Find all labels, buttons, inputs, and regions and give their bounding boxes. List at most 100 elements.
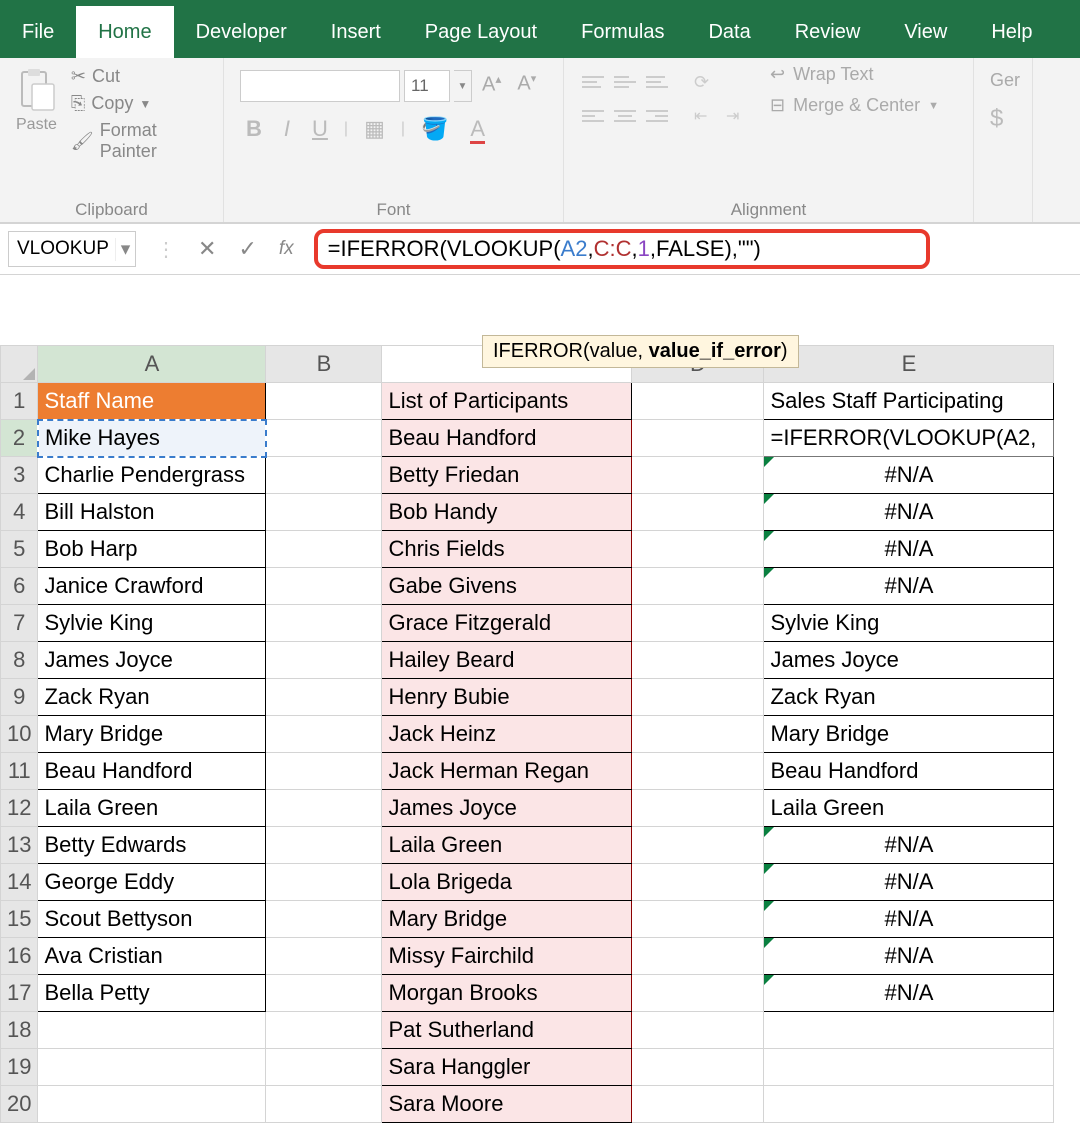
formula-input[interactable]: =IFERROR(VLOOKUP(A2,C:C,1,FALSE),"") — [314, 229, 930, 269]
cell[interactable]: Betty Edwards — [38, 827, 266, 864]
cell[interactable]: Bob Handy — [382, 494, 632, 531]
tab-insert[interactable]: Insert — [309, 6, 403, 58]
fill-color-button[interactable]: 🪣 — [415, 114, 454, 144]
cell[interactable] — [632, 531, 764, 568]
cell[interactable]: Pat Sutherland — [382, 1012, 632, 1049]
row-header[interactable]: 10 — [1, 716, 38, 753]
cell[interactable] — [632, 1012, 764, 1049]
cell[interactable]: #N/A — [764, 938, 1054, 975]
cell[interactable] — [266, 790, 382, 827]
italic-button[interactable]: I — [278, 114, 296, 144]
cell[interactable]: James Joyce — [382, 790, 632, 827]
cell[interactable]: #N/A — [764, 864, 1054, 901]
cell[interactable] — [632, 790, 764, 827]
align-top-button[interactable] — [580, 70, 606, 94]
cell[interactable] — [38, 1049, 266, 1086]
row-header[interactable]: 5 — [1, 531, 38, 568]
increase-indent-button[interactable]: ⇥ — [724, 104, 750, 128]
cell[interactable] — [632, 1049, 764, 1086]
cell[interactable] — [632, 975, 764, 1012]
cell[interactable]: Laila Green — [382, 827, 632, 864]
row-header[interactable]: 17 — [1, 975, 38, 1012]
cell[interactable]: Charlie Pendergrass — [38, 457, 266, 494]
cell[interactable]: Betty Friedan — [382, 457, 632, 494]
cell[interactable]: Beau Handford — [38, 753, 266, 790]
col-header-e[interactable]: E — [764, 346, 1054, 383]
tab-page-layout[interactable]: Page Layout — [403, 6, 559, 58]
row-header[interactable]: 20 — [1, 1086, 38, 1123]
cell[interactable] — [632, 716, 764, 753]
cell[interactable]: Bill Halston — [38, 494, 266, 531]
cell[interactable] — [266, 716, 382, 753]
font-size-select[interactable]: 11 — [404, 70, 450, 102]
tab-review[interactable]: Review — [773, 6, 883, 58]
cell[interactable] — [764, 1086, 1054, 1123]
cell[interactable] — [266, 901, 382, 938]
name-box[interactable]: VLOOKUP ▾ — [8, 231, 136, 267]
underline-button[interactable]: U — [306, 114, 334, 144]
cell[interactable] — [266, 605, 382, 642]
cell[interactable] — [266, 864, 382, 901]
cell-b1[interactable] — [266, 383, 382, 420]
cell[interactable]: James Joyce — [764, 642, 1054, 679]
font-color-button[interactable]: A — [464, 114, 491, 144]
cell[interactable]: Sara Moore — [382, 1086, 632, 1123]
row-header[interactable]: 9 — [1, 679, 38, 716]
cell[interactable]: Mary Bridge — [764, 716, 1054, 753]
cell[interactable]: Beau Handford — [382, 420, 632, 457]
cell[interactable]: Grace Fitzgerald — [382, 605, 632, 642]
cell[interactable] — [632, 605, 764, 642]
cell[interactable]: Mary Bridge — [38, 716, 266, 753]
cell[interactable] — [266, 642, 382, 679]
row-header[interactable]: 18 — [1, 1012, 38, 1049]
tab-home[interactable]: Home — [76, 6, 173, 58]
cell-a1[interactable]: Staff Name — [38, 383, 266, 420]
cell[interactable]: Bob Harp — [38, 531, 266, 568]
row-header[interactable]: 13 — [1, 827, 38, 864]
cell[interactable]: #N/A — [764, 494, 1054, 531]
format-painter-button[interactable]: 🖌Format Painter — [71, 120, 215, 162]
cell[interactable] — [266, 531, 382, 568]
row-header[interactable]: 16 — [1, 938, 38, 975]
cell[interactable] — [632, 938, 764, 975]
cell[interactable]: George Eddy — [38, 864, 266, 901]
cell[interactable]: Morgan Brooks — [382, 975, 632, 1012]
cell[interactable]: Hailey Beard — [382, 642, 632, 679]
cell[interactable]: Zack Ryan — [764, 679, 1054, 716]
cell[interactable] — [632, 679, 764, 716]
bold-button[interactable]: B — [240, 114, 268, 144]
cell[interactable] — [266, 494, 382, 531]
cell[interactable] — [266, 568, 382, 605]
row-header[interactable]: 15 — [1, 901, 38, 938]
tab-view[interactable]: View — [882, 6, 969, 58]
enter-button[interactable]: ✓ — [238, 236, 256, 262]
cell[interactable] — [38, 1012, 266, 1049]
cell[interactable]: Laila Green — [764, 790, 1054, 827]
cell[interactable] — [266, 1049, 382, 1086]
cell[interactable]: =IFERROR(VLOOKUP(A2, — [764, 420, 1054, 457]
col-header-b[interactable]: B — [266, 346, 382, 383]
cut-button[interactable]: ✂Cut — [71, 66, 215, 87]
row-header[interactable]: 1 — [1, 383, 38, 420]
worksheet-grid[interactable]: A B D E 1 Staff Name List of Participant… — [0, 345, 1080, 1123]
cell[interactable] — [632, 568, 764, 605]
cell[interactable]: Henry Bubie — [382, 679, 632, 716]
cell[interactable] — [266, 975, 382, 1012]
row-header[interactable]: 14 — [1, 864, 38, 901]
cell[interactable]: Jack Heinz — [382, 716, 632, 753]
tab-data[interactable]: Data — [686, 6, 772, 58]
row-header[interactable]: 11 — [1, 753, 38, 790]
cell[interactable]: Mike Hayes — [38, 420, 266, 457]
cell[interactable] — [632, 494, 764, 531]
cell[interactable] — [266, 827, 382, 864]
cell[interactable]: #N/A — [764, 568, 1054, 605]
cell[interactable]: Ava Cristian — [38, 938, 266, 975]
cell[interactable]: Sylvie King — [38, 605, 266, 642]
row-header[interactable]: 6 — [1, 568, 38, 605]
tab-formulas[interactable]: Formulas — [559, 6, 686, 58]
align-right-button[interactable] — [644, 104, 670, 128]
borders-button[interactable]: ▦ — [358, 114, 391, 144]
align-middle-button[interactable] — [612, 70, 638, 94]
cell[interactable]: #N/A — [764, 457, 1054, 494]
cell[interactable] — [266, 1086, 382, 1123]
